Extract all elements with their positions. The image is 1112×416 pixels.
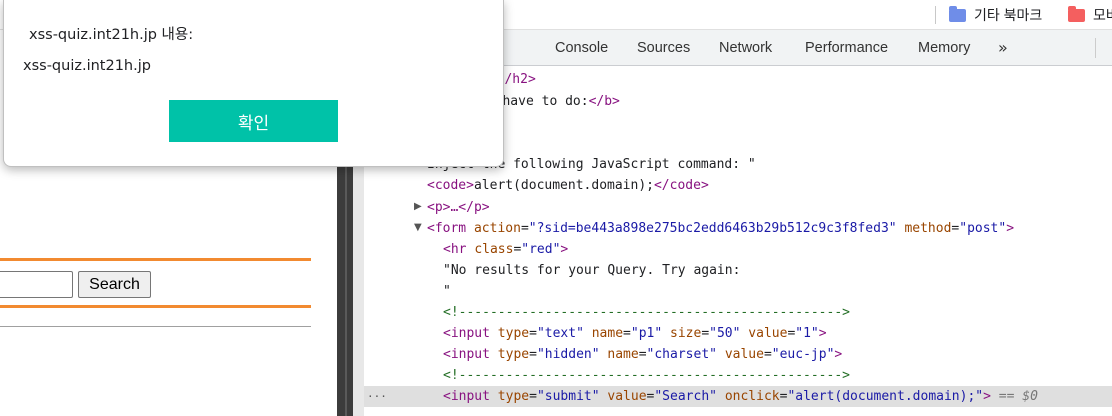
dom-line-form[interactable]: <form action="?sid=be443a898e275bc2edd64… <box>427 218 1112 239</box>
collapse-triangle-icon[interactable]: ▼ <box>414 222 422 233</box>
bookmark-separator <box>935 6 936 24</box>
tab-performance[interactable]: Performance <box>805 30 888 66</box>
dom-text: "No results for your Query. Try again: <box>443 263 741 278</box>
orange-rule <box>0 305 311 308</box>
dom-tag: <input <box>443 326 490 341</box>
dom-attr: onclick <box>724 389 780 404</box>
tab-network[interactable]: Network <box>719 30 772 66</box>
dom-attr-value: "euc-jp" <box>771 347 835 362</box>
dialog-message: xss-quiz.int21h.jp <box>23 58 151 74</box>
bookmark-other-label: 기타 북마크 <box>974 7 1043 23</box>
dom-attr: size <box>670 326 702 341</box>
bookmark-other[interactable]: 기타 북마크 <box>949 4 1042 26</box>
dom-attr: class <box>474 242 514 257</box>
dom-line-comment[interactable]: <!--------------------------------------… <box>443 365 1112 386</box>
dom-line-input-submit-selected[interactable]: <input type="submit" value="Search" oncl… <box>364 386 1112 407</box>
dom-tag: <input <box>443 347 490 362</box>
dialog-title: xss-quiz.int21h.jp 내용: <box>29 27 194 43</box>
dom-text: alert(document.domain); <box>473 178 654 193</box>
dom-line-input-text[interactable]: <input type="text" name="p1" size="50" v… <box>443 323 1112 344</box>
folder-icon <box>1068 5 1085 22</box>
dom-attr-value: "hidden" <box>536 347 600 362</box>
tab-console[interactable]: Console <box>555 30 608 66</box>
dom-attr: type <box>497 326 530 341</box>
dom-attr-value: "?sid=be443a898e275bc2edd6463b29b512c9c3… <box>528 221 897 236</box>
dom-attr-value: "submit" <box>536 389 600 404</box>
dom-attr-value: "p1" <box>630 326 663 341</box>
ok-button[interactable]: 확인 <box>169 100 338 142</box>
dom-tag: <code> <box>427 178 474 193</box>
dom-attr-value: "alert(document.domain);" <box>787 389 984 404</box>
dom-line-text[interactable]: "No results for your Query. Try again: <box>443 260 1112 281</box>
dom-tag: <hr <box>443 242 467 257</box>
dom-line-comment[interactable]: <!--------------------------------------… <box>443 302 1112 323</box>
dom-tag: </code> <box>653 178 709 193</box>
dom-text: " <box>443 284 451 299</box>
bookmark-mobile-label: 모바일 <box>1093 7 1112 23</box>
more-tabs-icon[interactable]: » <box>998 38 1008 57</box>
dom-attr-value: "1" <box>795 326 819 341</box>
gray-rule <box>0 326 311 327</box>
dom-comment: <!--------------------------------------… <box>443 305 850 320</box>
row-actions-icon[interactable]: ··· <box>367 390 387 403</box>
dom-attr-value: "50" <box>709 326 741 341</box>
bookmark-mobile[interactable]: 모바일 <box>1068 4 1112 26</box>
dom-attr: type <box>497 347 530 362</box>
tab-sources[interactable]: Sources <box>637 30 690 66</box>
query-input[interactable] <box>0 271 73 298</box>
dom-attr: action <box>473 221 521 236</box>
dom-attr: method <box>904 221 952 236</box>
dom-line[interactable]: Inject the following JavaScript command:… <box>427 154 1112 175</box>
dom-tag: <input <box>443 389 490 404</box>
dom-line-input-hidden[interactable]: <input type="hidden" name="charset" valu… <box>443 344 1112 365</box>
dom-tag: </b> <box>588 94 620 109</box>
dom-attr: value <box>607 389 647 404</box>
orange-rule <box>0 258 311 261</box>
folder-icon <box>949 5 966 22</box>
dom-attr: value <box>748 326 788 341</box>
dom-attr: type <box>497 389 530 404</box>
dom-attr-value: "red" <box>521 242 561 257</box>
dom-tag: <form <box>427 221 467 236</box>
alert-dialog: xss-quiz.int21h.jp 내용: xss-quiz.int21h.j… <box>3 0 504 167</box>
dom-attr: name <box>591 326 624 341</box>
dom-line[interactable]: ou have to do:</b> <box>479 91 1112 112</box>
selected-node-marker: == $0 <box>998 389 1038 404</box>
search-button[interactable]: Search <box>78 271 151 298</box>
dom-comment: <!--------------------------------------… <box>443 368 850 383</box>
dom-attr: name <box>607 347 639 362</box>
dom-attr-value: "Search" <box>654 389 717 404</box>
dom-attr-value: "post" <box>959 221 1007 236</box>
dom-line[interactable]: #9</h2> <box>481 69 1112 90</box>
dom-attr: value <box>724 347 764 362</box>
tab-separator <box>1095 38 1096 58</box>
dom-tag: <p>…</p> <box>427 200 490 215</box>
dom-line[interactable]: <code>alert(document.domain);</code> <box>427 175 1112 196</box>
dom-attr-value: "text" <box>536 326 584 341</box>
dom-line-hr[interactable]: <hr class="red"> <box>443 239 1112 260</box>
dom-line[interactable]: <p>…</p> <box>427 197 1112 218</box>
dom-attr-value: "charset" <box>646 347 717 362</box>
tab-memory[interactable]: Memory <box>918 30 970 66</box>
expand-triangle-icon[interactable]: ▶ <box>414 201 422 212</box>
dom-line-text[interactable]: " <box>443 281 1112 302</box>
